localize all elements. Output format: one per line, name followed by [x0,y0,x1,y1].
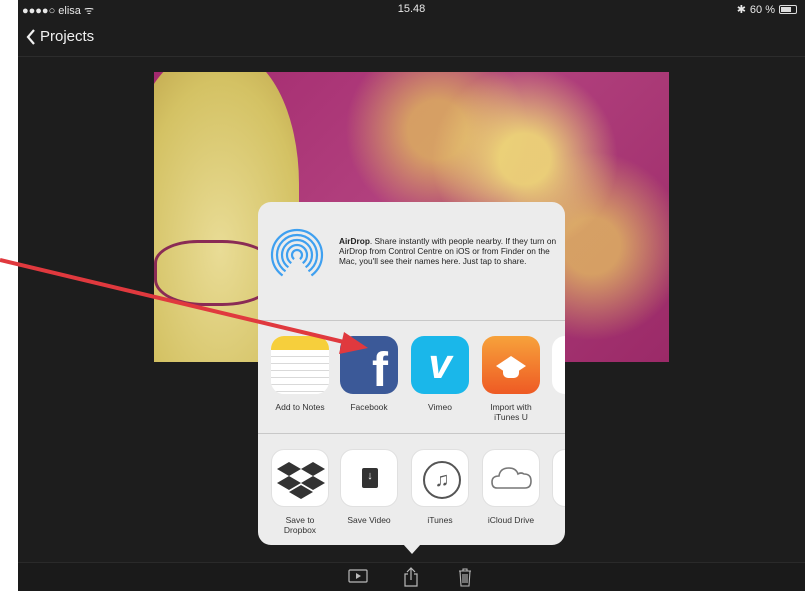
airdrop-description: AirDrop. Share instantly with people nea… [339,236,557,267]
share-label: Add to Notes [275,402,325,412]
battery-percent: 60 % [749,3,775,16]
status-bar: ●●●●○ elisa ᯤ 15.48 ✱ 60 % [18,0,805,18]
share-sheet-pointer [403,544,421,554]
share-label: Facebook [350,402,388,412]
itunes-icon: ♫ [411,449,469,507]
vimeo-icon: v [411,336,469,394]
clock: 15.48 [397,3,426,15]
trash-button[interactable] [458,567,472,591]
itunes-u-icon [482,336,540,394]
share-icon [404,567,418,587]
action-save-to-dropbox[interactable]: Save to Dropbox [270,449,330,535]
action-label: Save Video [347,515,391,525]
airdrop-body: . Share instantly with people nearby. If… [339,236,557,267]
back-label: Projects [40,28,95,45]
share-label: Import with iTunes U [490,402,532,422]
icloud-drive-icon [482,449,540,507]
save-video-icon: ↓ [340,449,398,507]
facebook-icon: f [340,336,398,394]
action-label: Save to Dropbox [283,515,317,535]
action-icloud-drive[interactable]: iCloud Drive [481,449,541,525]
airdrop-title: AirDrop [339,236,370,246]
bluetooth-icon: ✱ [736,4,746,16]
battery-status: ✱ 60 % [737,3,797,16]
share-partial[interactable]: I [551,336,565,412]
share-actions-row: Save to Dropbox ↓ Save Video ♫ iTunes iC… [258,434,565,545]
play-button[interactable] [348,569,368,588]
trash-icon [459,568,471,587]
share-import-itunes-u[interactable]: Import with iTunes U [481,336,541,422]
action-label: iCloud Drive [487,515,535,525]
airdrop-icon [270,228,324,282]
bottom-toolbar [18,562,805,591]
navigation-bar: Projects [18,18,805,57]
action-label: Ad [551,515,565,525]
back-button[interactable]: Projects [26,28,94,45]
dropbox-icon [271,449,329,507]
share-button[interactable] [403,567,419,591]
share-apps-row: Add to Notes f Facebook v Vimeo Import w… [258,321,565,434]
play-icon [348,569,368,583]
share-label: I [551,402,565,412]
action-itunes[interactable]: ♫ iTunes [410,449,470,525]
share-add-to-notes[interactable]: Add to Notes [270,336,330,412]
chevron-left-icon [26,28,35,45]
action-save-video[interactable]: ↓ Save Video [339,449,399,525]
battery-icon [779,5,797,14]
partial-action-icon [552,449,565,507]
notes-icon [271,336,329,394]
share-label: Vimeo [428,402,452,412]
partial-app-icon [552,336,565,394]
airdrop-section[interactable]: AirDrop. Share instantly with people nea… [258,202,565,321]
ipad-screen: ●●●●○ elisa ᯤ 15.48 ✱ 60 % Projects AirD… [18,0,805,591]
share-facebook[interactable]: f Facebook [339,336,399,412]
action-label: iTunes [427,515,453,525]
share-sheet: AirDrop. Share instantly with people nea… [258,202,565,545]
share-vimeo[interactable]: v Vimeo [410,336,470,412]
action-partial[interactable]: Ad [551,449,565,525]
